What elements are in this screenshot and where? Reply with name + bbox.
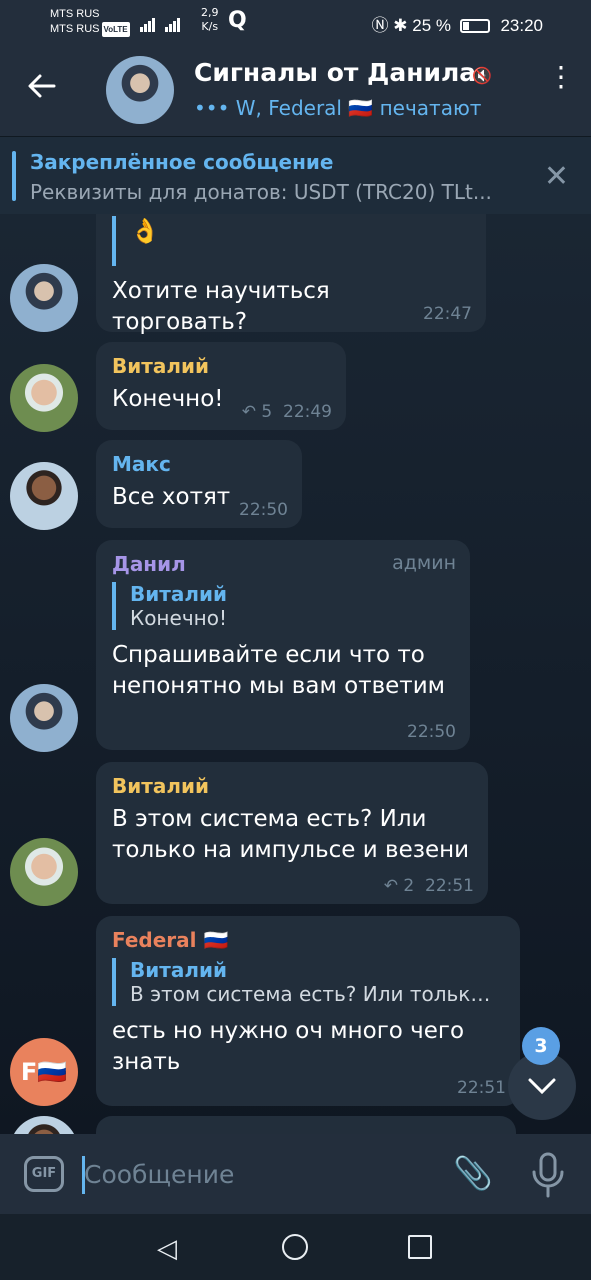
sender-name[interactable]: Federal 🇷🇺 [112,928,504,952]
attach-icon[interactable]: 📎 [453,1154,493,1192]
chevron-down-icon [528,1078,556,1095]
battery-percent: 25 % [412,16,451,35]
microphone-icon[interactable] [530,1152,566,1198]
avatar[interactable]: F🇷🇺 [10,1038,78,1106]
chat-title[interactable]: Сигналы от Данила [194,58,476,87]
message-text: В этом система есть? Или только на импул… [112,806,470,863]
reply-text: Конечно! [130,606,227,630]
status-bar: MTS RUS MTS RUS VoLTE 2,9 K/s Q Ⓝ ✱ 25 % … [0,0,591,44]
admin-badge: админ [392,552,456,574]
network-speed: 2,9 K/s [201,6,219,33]
message-time: 22:51 [457,1078,506,1098]
nav-back-icon[interactable]: ◁ [157,1234,177,1264]
carrier-1: MTS RUS [50,8,100,20]
clock: 23:20 [500,16,543,35]
carrier-2: MTS RUS [50,23,100,35]
message-list[interactable]: 👌 Хотите научиться торговать? 22:47 Вита… [0,214,591,1134]
signal-icon [140,12,156,32]
message-time: 22:49 [283,402,332,422]
chat-header: Сигналы от Данила 🔇 ••• W, Federal 🇷🇺 пе… [0,44,591,136]
reply-count[interactable]: 5 [261,402,272,422]
emoji: 👌 [130,217,160,245]
reply-name: Виталий [130,582,228,606]
avatar[interactable] [10,684,78,752]
battery-icon [459,19,490,33]
message-input[interactable]: Сообщение [84,1160,234,1189]
signal-4g-icon [165,12,181,32]
nfc-icon: Ⓝ [371,16,389,35]
message-bubble[interactable]: Макс Все хотят 22:50 [96,440,302,528]
nav-recents-icon[interactable] [408,1235,432,1259]
reply-quote: 👌 [112,216,470,266]
sender-name[interactable]: Виталий [112,354,330,378]
muted-icon: 🔇 [472,66,492,85]
reply-quote[interactable]: Виталий Конечно! [112,582,454,630]
gif-button[interactable]: GIF [24,1156,64,1192]
message-time: 22:47 [423,304,472,324]
close-icon[interactable]: ✕ [544,159,569,194]
carrier-info: MTS RUS MTS RUS VoLTE [50,7,130,37]
more-menu-icon[interactable]: ⋮ [547,63,575,91]
message-bubble[interactable]: Federal 🇷🇺 Виталий В этом система есть? … [96,916,520,1106]
reply-name: Виталий [130,958,228,982]
sender-name[interactable]: Виталий [112,774,472,798]
system-navigation-bar: ◁ [0,1214,591,1280]
reply-text: В этом система есть? Или только… [130,982,500,1006]
message-bubble[interactable] [96,1116,516,1134]
message-bubble[interactable]: Данил админ Виталий Конечно! Спрашивайте… [96,540,470,750]
message-text: Хотите научиться торговать? [112,278,330,335]
pinned-title: Закреплённое сообщение [30,150,334,174]
reply-arrow-icon[interactable]: ↶ [384,876,398,896]
message-meta: ↶ 2 22:51 [384,876,474,896]
pinned-message-bar[interactable]: Закреплённое сообщение Реквизиты для дон… [0,136,591,214]
q-app-icon: Q [228,8,247,33]
message-bubble[interactable]: Виталий Конечно! ↶ 5 22:49 [96,342,346,430]
pinned-text: Реквизиты для донатов: USDT (TRC20) TLt.… [30,180,492,204]
reply-quote[interactable]: Виталий В этом система есть? Или только… [112,958,504,1006]
avatar[interactable] [10,462,78,530]
message-bubble[interactable]: Виталий В этом система есть? Или только … [96,762,488,904]
avatar[interactable] [10,1116,78,1134]
typing-status: ••• W, Federal 🇷🇺 печатают [194,96,482,120]
message-text: есть но нужно оч много чего знать [112,1018,465,1075]
message-time: 22:50 [239,500,288,520]
sender-name[interactable]: Макс [112,452,286,476]
message-meta: ↶ 5 22:49 [242,402,332,422]
message-text: Спрашивайте если что то непонятно мы вам… [112,642,445,699]
avatar[interactable] [10,364,78,432]
pinned-indicator [12,151,16,201]
message-bubble[interactable]: 👌 Хотите научиться торговать? 22:47 [96,214,486,335]
avatar[interactable] [10,264,78,332]
reply-arrow-icon[interactable]: ↶ [242,402,256,422]
nav-home-icon[interactable] [282,1234,308,1260]
bluetooth-icon: ✱ [393,16,408,35]
typing-dots-icon: ••• [194,96,230,120]
status-right: Ⓝ ✱ 25 % 23:20 [372,11,543,36]
reply-count[interactable]: 2 [403,876,414,896]
message-time: 22:51 [425,876,474,896]
back-arrow-icon[interactable] [26,70,66,110]
unread-count-badge: 3 [522,1027,560,1065]
chat-avatar[interactable] [106,56,174,124]
avatar[interactable] [10,838,78,906]
message-time: 22:50 [407,722,456,742]
volte-badge: VoLTE [101,22,130,37]
message-composer: GIF Сообщение 📎 [0,1134,591,1214]
